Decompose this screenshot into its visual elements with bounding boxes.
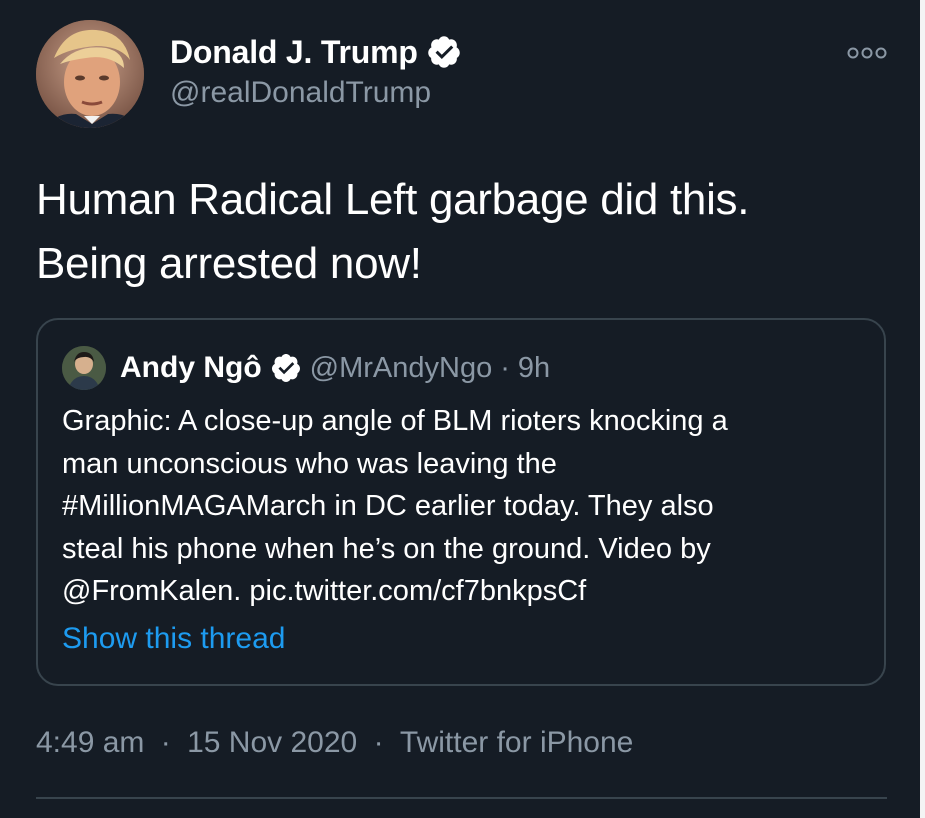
author-name-row: Donald J. Trump xyxy=(170,30,462,74)
tweet: Donald J. Trump @realDonaldTrump Human R… xyxy=(0,0,925,818)
quoted-tweet-card[interactable]: Andy Ngô @MrAndyNgo · 9h Graphic: A clos… xyxy=(36,318,886,686)
tweet-meta: 4:49 am · 15 Nov 2020 · Twitter for iPho… xyxy=(36,726,633,760)
quoted-author-handle[interactable]: @MrAndyNgo xyxy=(310,352,493,385)
verified-badge-icon xyxy=(270,352,302,384)
tweet-text-line: Human Radical Left garbage did this. xyxy=(36,175,750,224)
separator-dot: · xyxy=(373,726,384,759)
quoted-header: Andy Ngô @MrAndyNgo · 9h xyxy=(120,346,550,390)
tweet-text-line: Being arrested now! xyxy=(36,239,422,288)
verified-badge-icon xyxy=(426,34,462,70)
screen-edge xyxy=(920,0,925,818)
author-name[interactable]: Donald J. Trump xyxy=(170,34,418,71)
quoted-author-name[interactable]: Andy Ngô xyxy=(120,351,262,385)
more-dots-icon xyxy=(847,47,887,59)
tweet-text: Human Radical Left garbage did this. Bei… xyxy=(36,168,896,296)
quoted-text-line: man unconscious who was leaving the xyxy=(62,447,557,480)
tweet-date[interactable]: 15 Nov 2020 xyxy=(187,726,357,760)
tweet-source[interactable]: Twitter for iPhone xyxy=(400,726,633,760)
author-avatar[interactable] xyxy=(36,20,144,128)
separator-dot: · xyxy=(160,726,171,759)
show-thread-link[interactable]: Show this thread xyxy=(62,622,285,656)
tweet-time[interactable]: 4:49 am xyxy=(36,726,144,760)
quoted-text-line: @FromKalen. pic.twitter.com/cf7bnkpsCf xyxy=(62,575,587,607)
quoted-author-avatar[interactable] xyxy=(62,346,106,390)
author-handle[interactable]: @realDonaldTrump xyxy=(170,76,431,110)
quoted-timestamp[interactable]: 9h xyxy=(518,352,550,385)
quoted-text-line: #MillionMAGAMarch in DC earlier today. T… xyxy=(62,490,714,522)
quoted-text-line: Graphic: A close-up angle of BLM rioters… xyxy=(62,405,728,437)
quoted-text-line: steal his phone when he’s on the ground.… xyxy=(62,532,711,565)
quoted-tweet-text: Graphic: A close-up angle of BLM rioters… xyxy=(62,400,872,613)
separator-dot: · xyxy=(500,351,510,384)
divider xyxy=(36,797,887,799)
more-options-button[interactable] xyxy=(842,40,892,66)
